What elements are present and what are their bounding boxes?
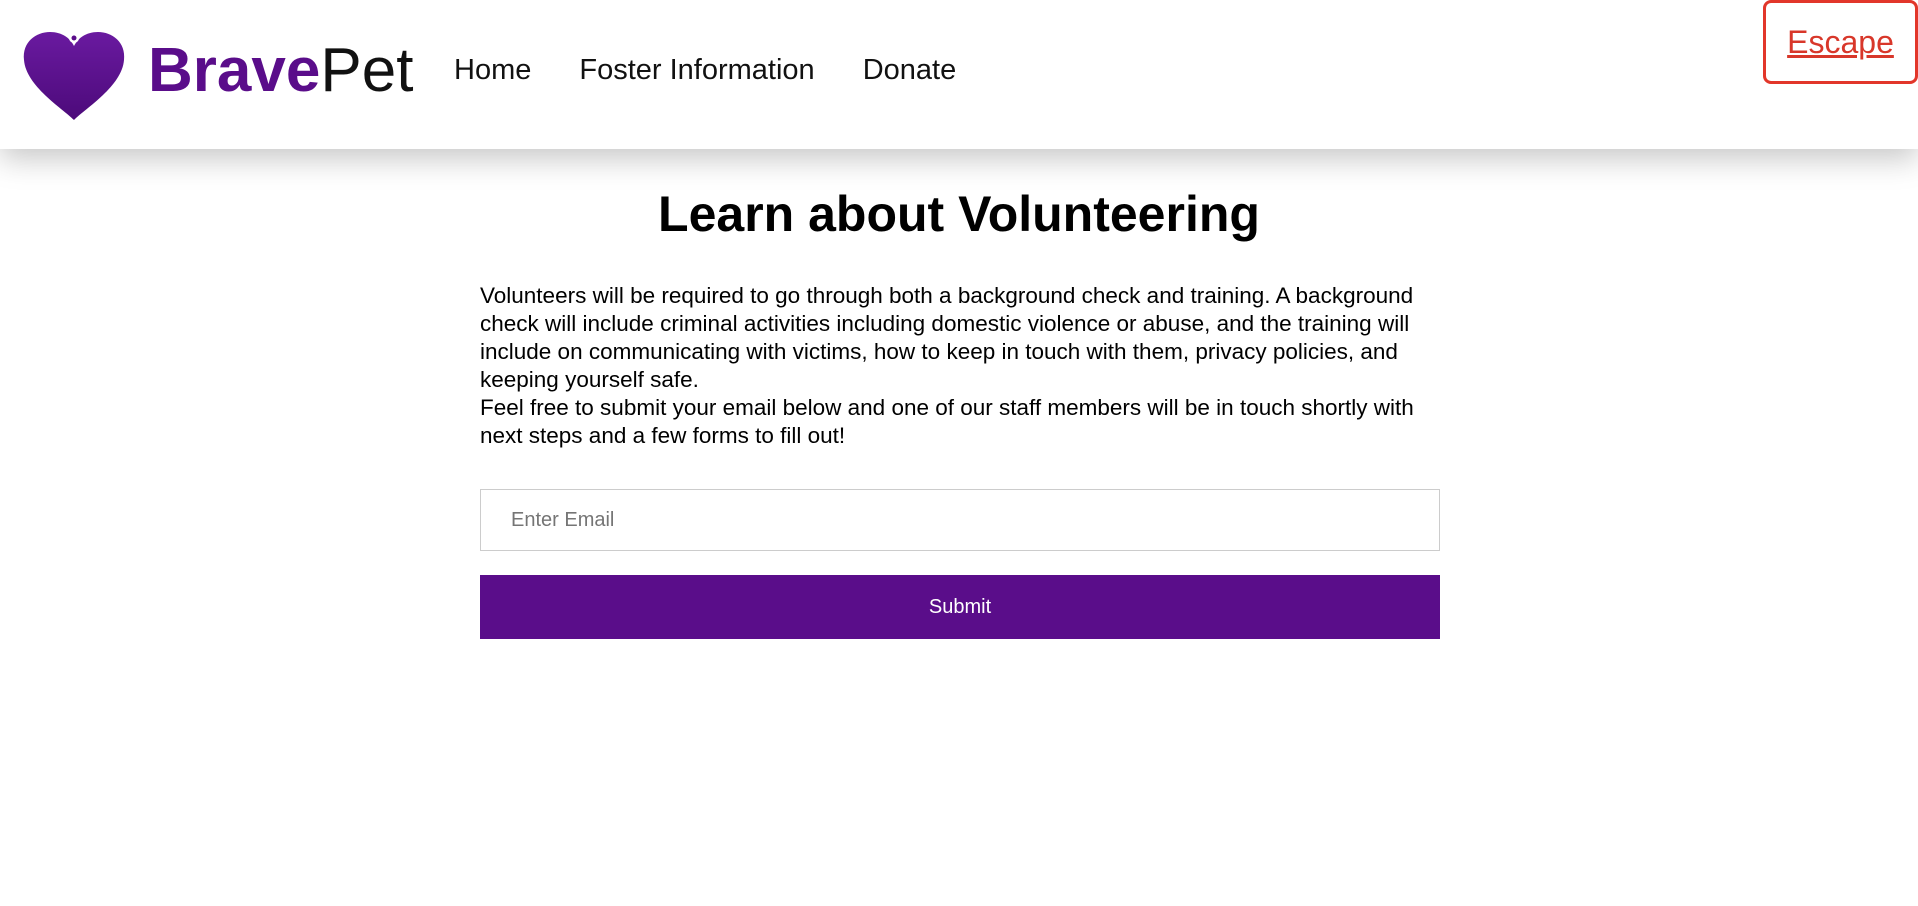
page-title: Learn about Volunteering <box>658 186 1260 242</box>
brand-name: BravePet <box>148 40 413 102</box>
nav-home[interactable]: Home <box>454 54 531 87</box>
nav-foster-information[interactable]: Foster Information <box>579 54 814 87</box>
heart-tag-icon <box>23 32 125 120</box>
submit-button[interactable]: Submit <box>480 575 1440 639</box>
nav-donate[interactable]: Donate <box>863 54 957 87</box>
brand-name-brave: Brave <box>148 36 321 105</box>
brand-name-pet: Pet <box>320 36 414 105</box>
intro-paragraph-requirements: Volunteers will be required to go throug… <box>480 283 1414 392</box>
site-header: BravePet Home Foster Information Donate … <box>0 0 1918 149</box>
escape-button[interactable]: Escape <box>1763 0 1918 84</box>
intro-paragraph-submit-email: Feel free to submit your email below and… <box>480 395 1414 448</box>
email-input[interactable] <box>480 489 1440 551</box>
intro-text: Volunteers will be required to go throug… <box>480 282 1440 450</box>
main-content: Learn about Volunteering Volunteers will… <box>0 149 1918 906</box>
brand-logo-link[interactable]: BravePet <box>22 30 413 122</box>
main-nav: Home Foster Information Donate <box>454 54 956 87</box>
escape-label: Escape <box>1787 23 1894 60</box>
